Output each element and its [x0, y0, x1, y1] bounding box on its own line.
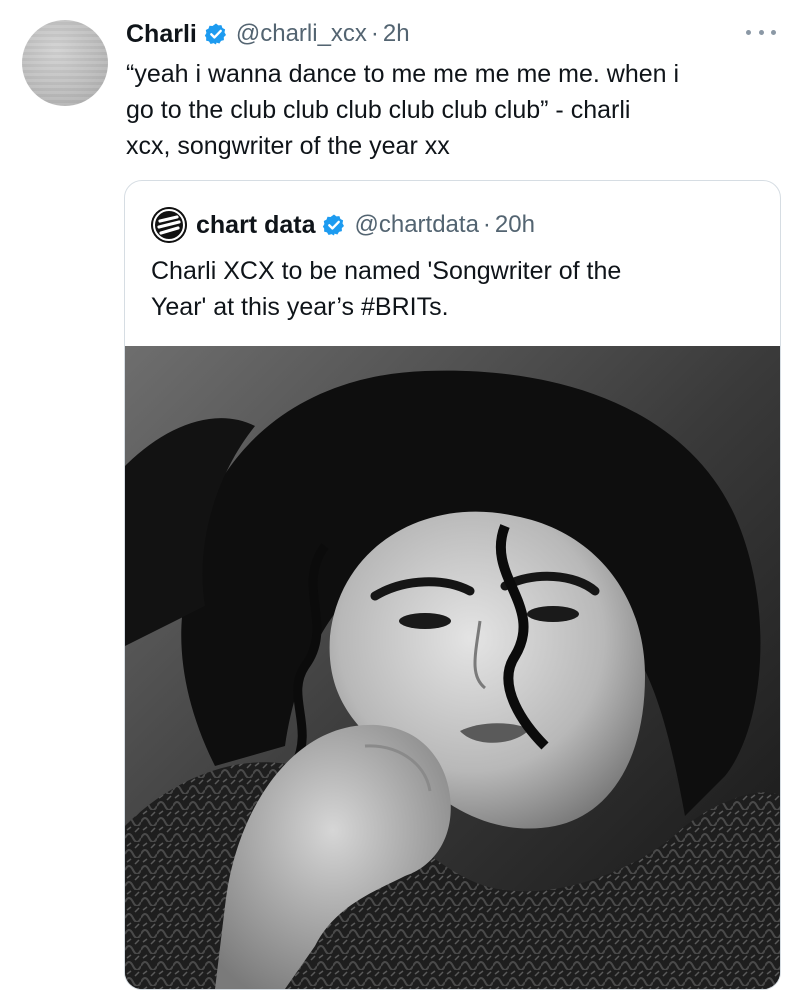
- separator-dot: ·: [370, 20, 379, 47]
- verified-badge-icon: [204, 22, 228, 46]
- author-avatar[interactable]: [22, 20, 108, 106]
- quoted-tweet[interactable]: chart data @chartdata · 20h Charli XCX t…: [124, 180, 781, 990]
- verified-badge-icon: [322, 213, 346, 237]
- tweet[interactable]: Charli @charli_xcx · 2h “yeah i wanna da…: [0, 0, 802, 1000]
- author-handle[interactable]: @charli_xcx: [236, 20, 367, 48]
- tweet-header: Charli @charli_xcx · 2h: [126, 16, 410, 52]
- chart-data-logo-icon[interactable]: [151, 207, 187, 243]
- quoted-author-name[interactable]: chart data: [196, 211, 315, 240]
- quoted-tweet-header: chart data @chartdata · 20h: [151, 207, 535, 243]
- separator-dot: ·: [482, 211, 491, 238]
- more-options-icon[interactable]: [746, 22, 776, 42]
- quoted-tweet-timestamp[interactable]: 20h: [495, 211, 535, 239]
- author-name[interactable]: Charli: [126, 20, 197, 49]
- tweet-text: “yeah i wanna dance to me me me me me. w…: [126, 60, 680, 160]
- tweet-timestamp[interactable]: 2h: [383, 20, 410, 48]
- quoted-tweet-text: Charli XCX to be named 'Songwriter of th…: [151, 257, 622, 321]
- quoted-author-handle[interactable]: @chartdata: [354, 211, 478, 239]
- portrait-photo[interactable]: [125, 346, 780, 989]
